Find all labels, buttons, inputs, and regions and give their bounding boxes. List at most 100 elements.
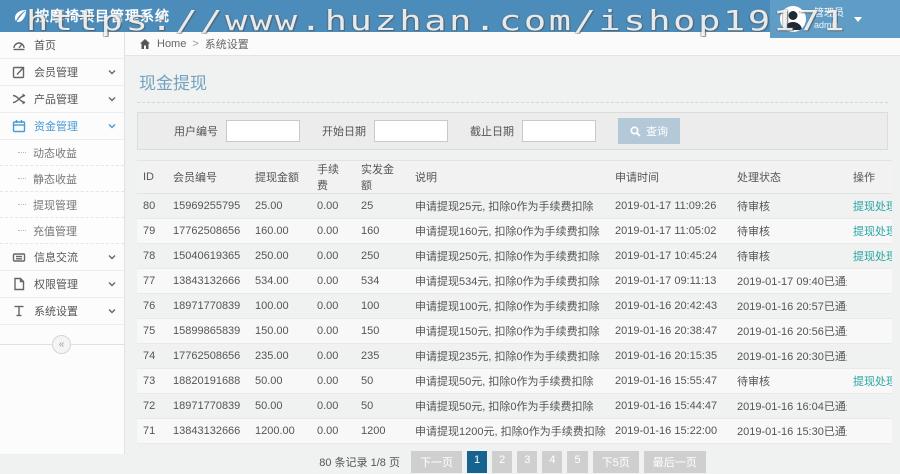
cell-withdraw-amount: 150.00 [249, 319, 311, 344]
cell-description: 申请提现1200元, 扣除0作为手续费扣除 [409, 419, 609, 444]
column-header: 操作 [847, 161, 892, 194]
cell-withdraw-amount: 235.00 [249, 344, 311, 369]
cell-fee: 0.00 [311, 244, 355, 269]
cell-fee: 0.00 [311, 219, 355, 244]
cell-member-no: 18971770839 [167, 394, 249, 419]
page-nav-button[interactable]: 最后一页 [644, 451, 706, 473]
page-number-button[interactable]: 5 [567, 451, 587, 473]
cell-action [847, 319, 892, 344]
start-date-input[interactable] [374, 120, 448, 142]
cell-actual-amount: 235 [355, 344, 409, 369]
chevron-down-icon [108, 253, 116, 261]
cell-id: 71 [137, 419, 167, 444]
calendar-icon [12, 119, 26, 133]
cell-fee: 0.00 [311, 294, 355, 319]
withdraw-process-link[interactable]: 提现处理 [853, 201, 892, 213]
avatar [780, 6, 806, 32]
table-row: 7618971770839100.000.00100申请提现100元, 扣除0作… [137, 294, 892, 319]
cell-description: 申请提现25元, 扣除0作为手续费扣除 [409, 194, 609, 219]
page-nav-button[interactable]: 下5页 [593, 451, 639, 473]
cell-actual-amount: 100 [355, 294, 409, 319]
app-title: 按摩椅项目管理系统 [35, 6, 170, 26]
cell-member-no: 18820191688 [167, 369, 249, 394]
sidebar-item-products[interactable]: 产品管理 [0, 86, 124, 113]
cell-status: 2019-01-16 20:30已通过 [731, 344, 847, 369]
search-button[interactable]: 查询 [618, 118, 680, 144]
sidebar-item-dynamic-income[interactable]: 动态收益 [0, 140, 124, 166]
table-row: 7417762508656235.000.00235申请提现235元, 扣除0作… [137, 344, 892, 369]
funds-submenu: 动态收益 静态收益 提现管理 充值管理 [0, 140, 124, 244]
cell-action [847, 394, 892, 419]
cell-actual-amount: 25 [355, 194, 409, 219]
chevron-down-icon [108, 95, 116, 103]
sidebar-item-members[interactable]: 会员管理 [0, 59, 124, 86]
user-no-input[interactable] [226, 120, 300, 142]
cell-member-no: 17762508656 [167, 219, 249, 244]
search-button-label: 查询 [646, 123, 668, 139]
cell-description: 申请提现100元, 扣除0作为手续费扣除 [409, 294, 609, 319]
user-name: admin [814, 20, 844, 30]
page-number-button[interactable]: 2 [492, 451, 512, 473]
sidebar-item-permissions[interactable]: 权限管理 [0, 271, 124, 298]
sidebar-item-home[interactable]: 首页 [0, 32, 124, 59]
page-number-button[interactable]: 1 [467, 451, 487, 473]
table-row: 7713843132666534.000.00534申请提现534元, 扣除0作… [137, 269, 892, 294]
cell-apply-time: 2019-01-16 20:38:47 [609, 319, 731, 344]
pagination-buttons: 下一页12345 下5页最后一页 [411, 451, 706, 473]
cell-actual-amount: 250 [355, 244, 409, 269]
page-nav-button[interactable]: 下一页 [411, 451, 462, 473]
cell-description: 申请提现160元, 扣除0作为手续费扣除 [409, 219, 609, 244]
cell-description: 申请提现50元, 扣除0作为手续费扣除 [409, 369, 609, 394]
sidebar-item-messages[interactable]: 信息交流 [0, 244, 124, 271]
user-role: 管理员 [814, 8, 844, 20]
dashboard-icon [12, 38, 26, 52]
sidebar-item-settings[interactable]: 系统设置 [0, 298, 124, 325]
cell-fee: 0.00 [311, 319, 355, 344]
cell-id: 77 [137, 269, 167, 294]
end-date-input[interactable] [522, 120, 596, 142]
user-menu[interactable]: 管理员 admin [770, 0, 900, 38]
cell-id: 72 [137, 394, 167, 419]
top-header: 按摩椅项目管理系统 管理员 admin [0, 0, 900, 32]
record-summary: 80 条记录 1/8 页 [319, 454, 400, 470]
column-header: ID [137, 161, 167, 194]
cell-actual-amount: 50 [355, 369, 409, 394]
breadcrumb-home[interactable]: Home [157, 38, 186, 50]
sidebar-item-static-income[interactable]: 静态收益 [0, 166, 124, 192]
cell-status: 2019-01-16 20:56已通过 [731, 319, 847, 344]
withdraw-process-link[interactable]: 提现处理 [853, 226, 892, 238]
sidebar-item-label: 首页 [34, 37, 116, 53]
cell-member-no: 17762508656 [167, 344, 249, 369]
shuffle-icon [12, 92, 26, 106]
page-number-button[interactable]: 4 [542, 451, 562, 473]
column-header: 说明 [409, 161, 609, 194]
sidebar-item-funds[interactable]: 资金管理 [0, 113, 124, 140]
cell-status: 待审核 [731, 244, 847, 269]
sidebar-subitem-label: 动态收益 [33, 145, 77, 161]
cell-apply-time: 2019-01-16 15:55:47 [609, 369, 731, 394]
sidebar-item-recharge-management[interactable]: 充值管理 [0, 218, 124, 244]
cell-status: 2019-01-17 09:40已通过 [731, 269, 847, 294]
cell-member-no: 13843132666 [167, 269, 249, 294]
person-icon [780, 6, 806, 32]
chevron-down-icon [854, 17, 862, 22]
cell-apply-time: 2019-01-16 15:22:00 [609, 419, 731, 444]
sidebar-subitem-label: 提现管理 [33, 197, 77, 213]
page-number-button[interactable]: 3 [517, 451, 537, 473]
cell-action: 提现处理 [847, 369, 892, 394]
withdraw-process-link[interactable]: 提现处理 [853, 376, 892, 388]
cell-id: 75 [137, 319, 167, 344]
cell-id: 79 [137, 219, 167, 244]
table-row: 731882019168850.000.0050申请提现50元, 扣除0作为手续… [137, 369, 892, 394]
sidebar-collapse-button[interactable]: « [52, 335, 71, 354]
text-width-icon [12, 304, 26, 318]
cell-apply-time: 2019-01-17 10:45:24 [609, 244, 731, 269]
sidebar-item-withdraw-management[interactable]: 提现管理 [0, 192, 124, 218]
column-header: 处理状态 [731, 161, 847, 194]
cell-id: 76 [137, 294, 167, 319]
sidebar-collapse-row: « [0, 335, 124, 355]
pencil-square-icon [12, 65, 26, 79]
cell-withdraw-amount: 50.00 [249, 369, 311, 394]
withdraw-process-link[interactable]: 提现处理 [853, 251, 892, 263]
cell-member-no: 15899865839 [167, 319, 249, 344]
